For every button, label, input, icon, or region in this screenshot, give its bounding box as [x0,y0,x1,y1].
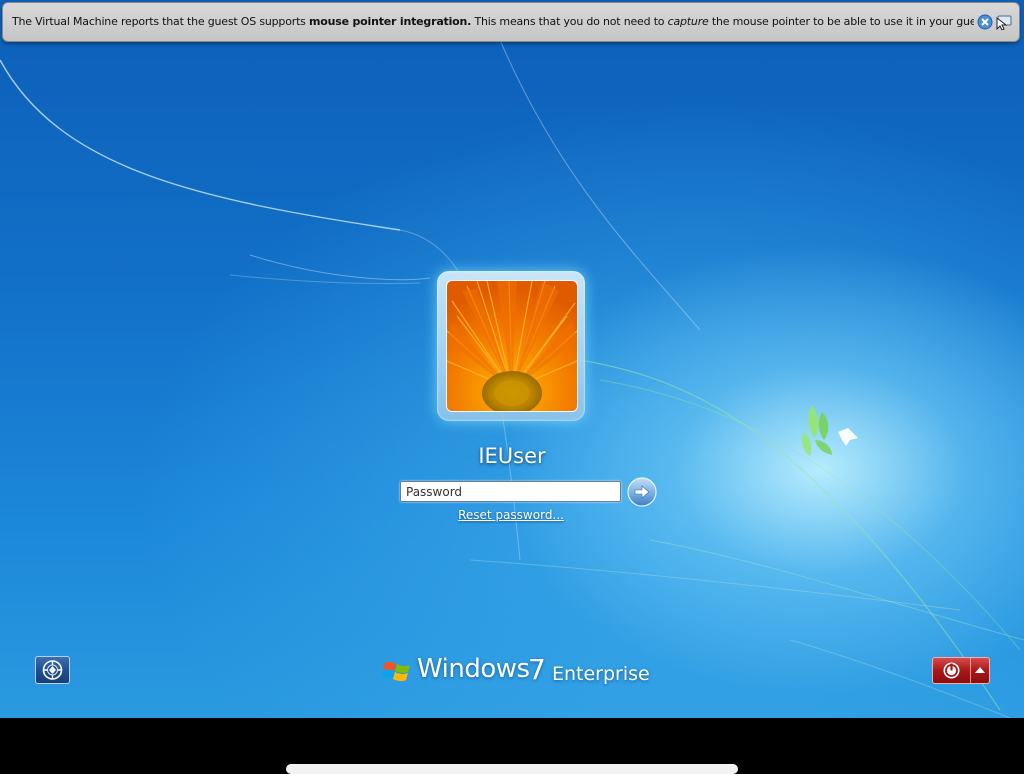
ease-of-access-icon [42,660,63,680]
brand-windows-text: Windows [417,654,530,684]
power-icon [943,662,960,679]
notice-text-middle: This means that you do not need to [471,15,668,28]
password-input[interactable] [400,481,621,502]
username-label: IEUser [478,444,546,468]
notice-text-italic: capture [667,15,709,28]
caret-up-icon [975,667,985,673]
host-scroll-handle[interactable] [286,764,738,774]
vm-notification-text: The Virtual Machine reports that the gue… [12,15,974,28]
ease-of-access-button[interactable] [35,656,70,684]
user-avatar-picture [446,280,578,412]
shutdown-options-button[interactable] [971,658,989,683]
user-tile[interactable] [437,271,585,421]
notice-text-suffix: the mouse pointer to be able to use it i… [711,15,974,28]
notice-text-bold: mouse pointer integration. [309,15,472,28]
login-screen: The Virtual Machine reports that the gue… [0,0,1024,718]
brand-edition-text: Enterprise [552,663,650,685]
arrow-right-icon[interactable] [627,477,657,507]
windows-branding: Windows 7 Enterprise [382,653,652,694]
host-bottom-bar [0,718,1024,768]
brand-version-text: 7 [528,653,546,686]
reset-password-link[interactable]: Reset password... [452,508,570,522]
leaf-bird-decoration [802,405,858,456]
mouse-pointer-icon[interactable] [995,14,1012,31]
shutdown-button-group [932,657,990,684]
shutdown-button[interactable] [933,658,971,683]
windows-logo-icon [382,661,410,682]
close-icon[interactable] [977,14,993,30]
notice-text-prefix: The Virtual Machine reports that the gue… [12,15,310,28]
vm-notification-bar: The Virtual Machine reports that the gue… [2,2,1020,42]
